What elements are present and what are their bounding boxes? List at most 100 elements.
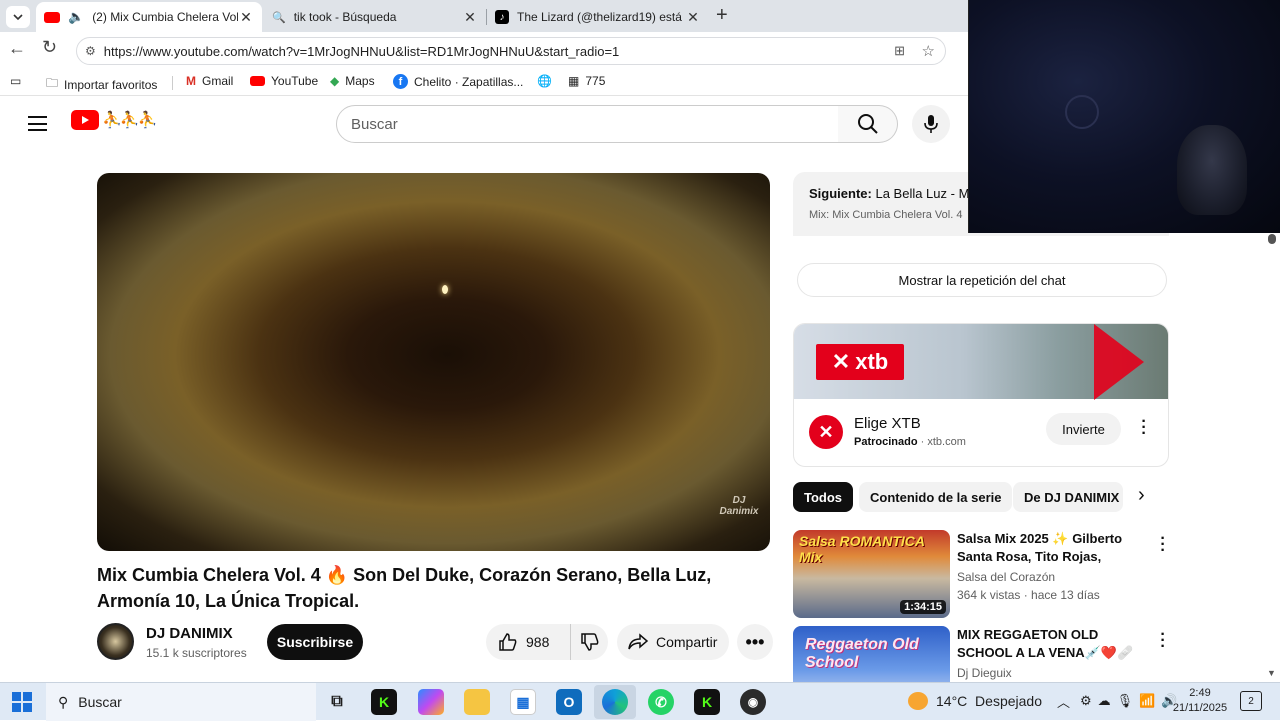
- video-title: Mix Cumbia Chelera Vol. 4 🔥 Son Del Duke…: [97, 565, 712, 611]
- related-title-2[interactable]: MIX REGGAETON OLD SCHOOL A LA VENA💉❤️🩹(N…: [957, 626, 1149, 664]
- chip-series[interactable]: Contenido de la serie: [859, 482, 1013, 512]
- bookmark-youtube[interactable]: YouTube: [250, 74, 318, 88]
- scroll-down-arrow-icon[interactable]: ▼: [1267, 668, 1276, 678]
- tab-list-icon[interactable]: [6, 6, 30, 28]
- tray-icons[interactable]: ⚙☁🎙📶🔊: [1080, 693, 1184, 709]
- thumbs-up-icon: [499, 633, 517, 651]
- related-channel-2: Dj Dieguix: [957, 666, 1012, 680]
- subscribe-button[interactable]: Suscribirse: [267, 624, 363, 660]
- bookmark-775[interactable]: ▦ 775: [568, 74, 605, 88]
- search-icon: [857, 114, 878, 134]
- speaker-icon[interactable]: 🔈: [68, 9, 84, 25]
- related-title-1[interactable]: Salsa Mix 2025 ✨ Gilberto Santa Rosa, Ti…: [957, 530, 1147, 568]
- related-more-icon[interactable]: · · ·: [1158, 531, 1168, 559]
- notifications-icon[interactable]: 2: [1240, 691, 1262, 711]
- webcam-light: [1065, 95, 1099, 129]
- taskbar-search[interactable]: ⚲ Buscar: [46, 683, 316, 721]
- page-scrollbar[interactable]: ▼: [1264, 232, 1280, 682]
- close-tab-icon[interactable]: ✕: [238, 9, 254, 26]
- kick-app-icon[interactable]: K: [371, 689, 397, 715]
- dislike-button[interactable]: [570, 624, 608, 660]
- bookmark-import[interactable]: 🗀 Importar favoritos: [46, 74, 157, 95]
- related-more-icon[interactable]: · · ·: [1158, 627, 1168, 655]
- clock-time: 2:49: [1189, 687, 1211, 699]
- bookmark-maps[interactable]: ◆ Maps: [330, 74, 375, 88]
- ad-cta-label: Invierte: [1062, 421, 1105, 437]
- clock[interactable]: 2:49 21/11/2025: [1170, 686, 1230, 716]
- site-info-icon[interactable]: ⚙: [85, 44, 96, 58]
- thumb-caption: Reggaeton Old School: [805, 636, 919, 671]
- hamburger-menu-icon[interactable]: [28, 116, 47, 131]
- chip-channel[interactable]: De DJ DANIMIX: [1013, 482, 1123, 512]
- close-tab-icon[interactable]: ✕: [685, 9, 701, 26]
- back-icon[interactable]: ←: [8, 38, 26, 59]
- file-explorer-icon[interactable]: [464, 689, 490, 715]
- kick-app-2-icon[interactable]: K: [694, 689, 720, 715]
- url-text: https://www.youtube.com/watch?v=1MrJogNH…: [103, 43, 620, 59]
- chat-replay-label: Mostrar la repetición del chat: [898, 272, 1066, 288]
- bookmark-globe[interactable]: 🌐: [537, 74, 552, 88]
- start-button[interactable]: [12, 692, 32, 712]
- tab-youtube[interactable]: 🔈 (2) Mix Cumbia Chelera Vol. 4 ✕: [36, 2, 262, 32]
- edge-icon[interactable]: [602, 689, 628, 715]
- youtube-logo[interactable]: ⛹⛹⛹: [71, 110, 158, 130]
- chips-next-icon[interactable]: ›: [1138, 484, 1160, 510]
- search-button[interactable]: [838, 105, 898, 143]
- scrollbar-thumb[interactable]: [1268, 234, 1276, 244]
- ad-more-icon[interactable]: · · ·: [1139, 414, 1149, 442]
- ad-banner[interactable]: ✕ xtb: [794, 324, 1168, 400]
- task-view-icon[interactable]: ⧉: [324, 689, 350, 715]
- sponsored-label: Patrocinado: [854, 436, 918, 448]
- address-bar[interactable]: ⚙ https://www.youtube.com/watch?v=1MrJog…: [76, 37, 946, 65]
- tray-chevron-icon[interactable]: ︿: [1057, 692, 1070, 711]
- weather-icon: [908, 692, 928, 710]
- duration-badge: 1:34:15: [900, 600, 946, 614]
- next-label: Siguiente:: [809, 186, 872, 201]
- subscribe-label: Suscribirse: [276, 634, 354, 650]
- tab-label: tik took - Búsqueda: [293, 10, 397, 24]
- video-player[interactable]: DJ Danimix: [97, 173, 770, 551]
- whatsapp-icon[interactable]: ✆: [648, 689, 674, 715]
- next-title: La Bella Luz - Mix: [875, 186, 979, 201]
- ad-card[interactable]: ✕ xtb ✕ Elige XTB Patrocinado · xtb.com I…: [793, 323, 1169, 467]
- like-count: 988: [526, 634, 550, 650]
- outlook-icon[interactable]: O: [556, 689, 582, 715]
- tab-search[interactable]: 🔍 tik took - Búsqueda ✕: [264, 2, 486, 32]
- related-thumbnail-2[interactable]: Reggaeton Old School: [793, 626, 950, 682]
- obs-icon[interactable]: ◉: [740, 689, 766, 715]
- bookmark-label: Importar favoritos: [64, 77, 158, 92]
- channel-name[interactable]: DJ DANIMIX: [146, 625, 233, 642]
- related-meta-1: 364 k vistas · hace 13 días: [957, 588, 1100, 602]
- related-channel-1: Salsa del Corazón: [957, 570, 1056, 584]
- share-button[interactable]: Compartir: [617, 624, 729, 660]
- facebook-icon: f: [393, 74, 408, 89]
- maps-icon: ◆: [330, 74, 340, 88]
- bookmark-chelito[interactable]: f Chelito · Zapatillas...: [393, 74, 523, 89]
- related-video-2[interactable]: Reggaeton Old School MIX REGGAETON OLD S…: [793, 626, 1173, 682]
- voice-search-button[interactable]: [912, 105, 950, 143]
- tab-label: (2) Mix Cumbia Chelera Vol. 4: [92, 10, 238, 24]
- related-thumbnail-1[interactable]: Salsa ROMANTICA Mix 1:34:15: [793, 530, 950, 618]
- subscriber-count: 15.1 k suscriptores: [146, 646, 247, 660]
- show-chat-replay-button[interactable]: Mostrar la repetición del chat: [797, 263, 1167, 297]
- copilot-icon[interactable]: [418, 689, 444, 715]
- more-actions-button[interactable]: •••: [737, 624, 773, 660]
- channel-avatar[interactable]: [97, 623, 134, 660]
- microsoft-store-icon[interactable]: ▦: [510, 689, 536, 715]
- ad-title: Elige XTB: [854, 415, 921, 432]
- notification-count: 2: [1248, 695, 1254, 707]
- like-button[interactable]: 988: [486, 624, 570, 660]
- tab-tiktok[interactable]: ♪ The Lizard (@thelizard19) está LIVE ✕: [487, 2, 709, 32]
- chip-all[interactable]: Todos: [793, 482, 854, 512]
- bookmarks-menu-icon[interactable]: ▭: [10, 74, 21, 88]
- weather-widget[interactable]: 14°C Despejado: [908, 692, 1042, 710]
- reload-icon[interactable]: ↻: [42, 37, 57, 58]
- ad-cta-button[interactable]: Invierte: [1046, 413, 1121, 445]
- bookmark-gmail[interactable]: M Gmail: [186, 74, 233, 88]
- related-video-1[interactable]: Salsa ROMANTICA Mix 1:34:15 Salsa Mix 20…: [793, 530, 1173, 620]
- app-install-icon[interactable]: ⊞: [894, 43, 905, 59]
- search-input[interactable]: Buscar: [336, 105, 839, 143]
- bookmark-star-icon[interactable]: ☆: [922, 42, 935, 60]
- close-tab-icon[interactable]: ✕: [462, 9, 478, 26]
- new-tab-icon[interactable]: +: [716, 4, 728, 27]
